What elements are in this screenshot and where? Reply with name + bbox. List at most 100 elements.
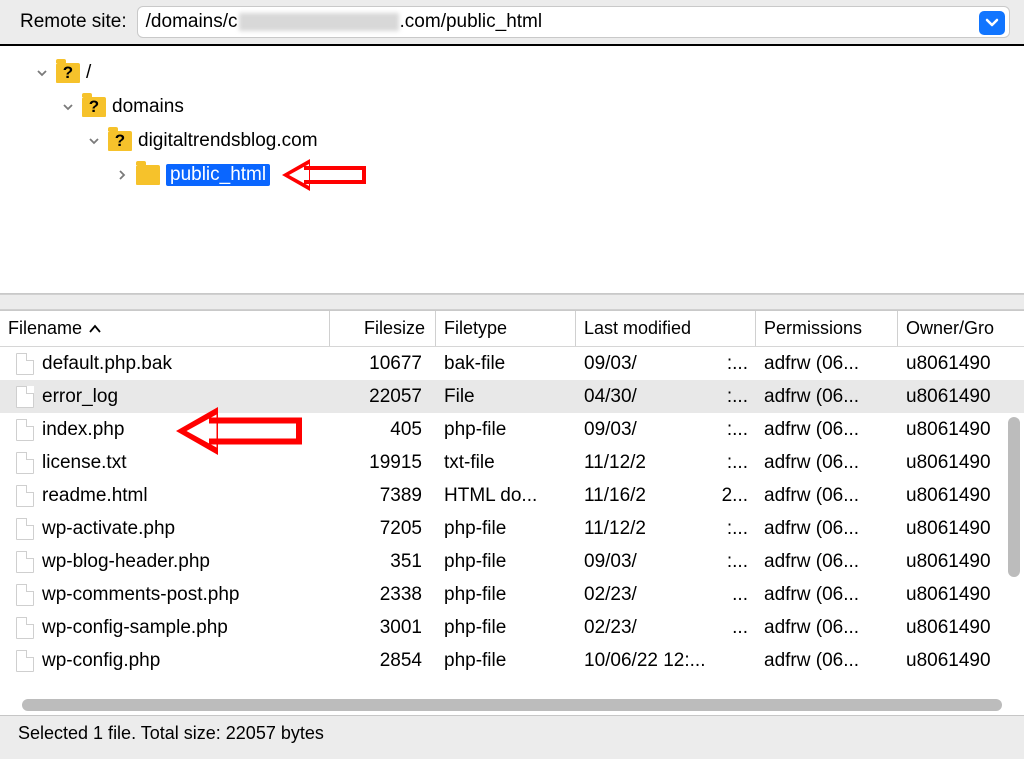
column-label: Filesize — [364, 318, 425, 339]
file-modified: 09/03/:... — [576, 551, 756, 573]
remote-site-path-input[interactable]: /domains/c .com/public_html — [137, 6, 1010, 38]
file-owner: u8061490 — [898, 419, 1024, 441]
file-modified: 02/23/... — [576, 617, 756, 639]
directory-tree-pane[interactable]: / domains digitaltrendsblog.com public_h… — [0, 46, 1024, 294]
path-history-dropdown-button[interactable] — [979, 11, 1005, 35]
file-list-header: Filename Filesize Filetype Last modified… — [0, 311, 1024, 347]
column-label: Filename — [8, 318, 82, 339]
file-permissions: adfrw (06... — [756, 386, 898, 408]
remote-site-bar: Remote site: /domains/c .com/public_html — [0, 0, 1024, 46]
column-header-filesize[interactable]: Filesize — [330, 311, 436, 346]
column-header-filename[interactable]: Filename — [0, 311, 330, 346]
file-size: 22057 — [330, 386, 436, 408]
column-header-owner[interactable]: Owner/Gro — [898, 311, 1024, 346]
file-owner: u8061490 — [898, 617, 1024, 639]
file-icon — [16, 617, 34, 639]
chevron-down-icon[interactable] — [34, 65, 50, 81]
file-row[interactable]: wp-comments-post.php2338php-file02/23/..… — [0, 578, 1024, 611]
annotation-arrow-icon — [176, 410, 311, 452]
chevron-right-icon[interactable] — [114, 167, 130, 183]
folder-icon — [136, 165, 160, 185]
file-size: 405 — [330, 419, 436, 441]
column-label: Filetype — [444, 318, 507, 339]
tree-label: digitaltrendsblog.com — [138, 130, 318, 152]
file-row[interactable]: default.php.bak10677bak-file09/03/:...ad… — [0, 347, 1024, 380]
file-icon — [16, 419, 34, 441]
column-header-lastmodified[interactable]: Last modified — [576, 311, 756, 346]
file-type: txt-file — [436, 452, 576, 474]
chevron-down-icon[interactable] — [86, 133, 102, 149]
file-name: default.php.bak — [42, 353, 172, 375]
file-modified: 11/12/2:... — [576, 452, 756, 474]
tree-label: public_html — [166, 164, 270, 186]
folder-unknown-icon — [56, 63, 80, 83]
file-modified: 02/23/... — [576, 584, 756, 606]
file-modified: 11/16/22... — [576, 485, 756, 507]
column-header-filetype[interactable]: Filetype — [436, 311, 576, 346]
file-owner: u8061490 — [898, 650, 1024, 672]
file-icon — [16, 485, 34, 507]
file-name: wp-blog-header.php — [42, 551, 210, 573]
file-type: php-file — [436, 518, 576, 540]
column-label: Last modified — [584, 318, 691, 339]
tree-node-domains[interactable]: domains — [34, 90, 1024, 124]
file-icon — [16, 386, 34, 408]
file-owner: u8061490 — [898, 584, 1024, 606]
file-type: php-file — [436, 584, 576, 606]
file-permissions: adfrw (06... — [756, 452, 898, 474]
file-name: index.php — [42, 419, 124, 441]
file-owner: u8061490 — [898, 386, 1024, 408]
file-row[interactable]: wp-config.php2854php-file10/06/22 12:...… — [0, 644, 1024, 677]
file-icon — [16, 353, 34, 375]
horizontal-scrollbar[interactable] — [22, 699, 1002, 711]
file-icon — [16, 518, 34, 540]
file-size: 19915 — [330, 452, 436, 474]
vertical-scrollbar[interactable] — [1008, 417, 1020, 577]
file-name: readme.html — [42, 485, 148, 507]
tree-node-root[interactable]: / — [34, 56, 1024, 90]
pane-splitter[interactable] — [0, 294, 1024, 310]
file-name: wp-config-sample.php — [42, 617, 228, 639]
chevron-down-icon[interactable] — [60, 99, 76, 115]
file-icon — [16, 452, 34, 474]
file-owner: u8061490 — [898, 485, 1024, 507]
file-modified: 10/06/22 12:... — [576, 650, 756, 672]
tree-node-site[interactable]: digitaltrendsblog.com — [34, 124, 1024, 158]
file-name: license.txt — [42, 452, 126, 474]
file-row[interactable]: wp-blog-header.php351php-file09/03/:...a… — [0, 545, 1024, 578]
file-permissions: adfrw (06... — [756, 353, 898, 375]
file-size: 7389 — [330, 485, 436, 507]
status-text: Selected 1 file. Total size: 22057 bytes — [18, 723, 324, 744]
file-modified: 09/03/:... — [576, 353, 756, 375]
file-row[interactable]: wp-config-sample.php 3001php-file02/23/..… — [0, 611, 1024, 644]
tree-label: domains — [112, 96, 184, 118]
file-row[interactable]: readme.html7389HTML do...11/16/22...adfr… — [0, 479, 1024, 512]
file-permissions: adfrw (06... — [756, 584, 898, 606]
file-row[interactable]: license.txt 19915txt-file11/12/2:...adfrw… — [0, 446, 1024, 479]
folder-unknown-icon — [82, 97, 106, 117]
tree-label: / — [86, 62, 91, 84]
sort-ascending-icon — [88, 324, 102, 334]
file-row[interactable]: error_log22057File04/30/:...adfrw (06...… — [0, 380, 1024, 413]
file-type: bak-file — [436, 353, 576, 375]
tree-node-public-html[interactable]: public_html — [34, 158, 1024, 192]
file-row[interactable]: index.php405php-file09/03/:...adfrw (06.… — [0, 413, 1024, 446]
file-modified: 11/12/2:... — [576, 518, 756, 540]
file-permissions: adfrw (06... — [756, 650, 898, 672]
file-size: 2338 — [330, 584, 436, 606]
file-owner: u8061490 — [898, 551, 1024, 573]
file-owner: u8061490 — [898, 518, 1024, 540]
file-permissions: adfrw (06... — [756, 518, 898, 540]
file-type: HTML do... — [436, 485, 576, 507]
file-row[interactable]: wp-activate.php7205php-file11/12/2:...ad… — [0, 512, 1024, 545]
file-list-pane: Filename Filesize Filetype Last modified… — [0, 310, 1024, 715]
path-prefix: /domains/c — [146, 10, 238, 34]
column-header-permissions[interactable]: Permissions — [756, 311, 898, 346]
column-label: Owner/Gro — [906, 318, 994, 339]
path-suffix: .com/public_html — [400, 10, 543, 34]
file-type: php-file — [436, 419, 576, 441]
file-type: php-file — [436, 617, 576, 639]
file-modified: 09/03/:... — [576, 419, 756, 441]
file-icon — [16, 551, 34, 573]
file-size: 3001 — [330, 617, 436, 639]
